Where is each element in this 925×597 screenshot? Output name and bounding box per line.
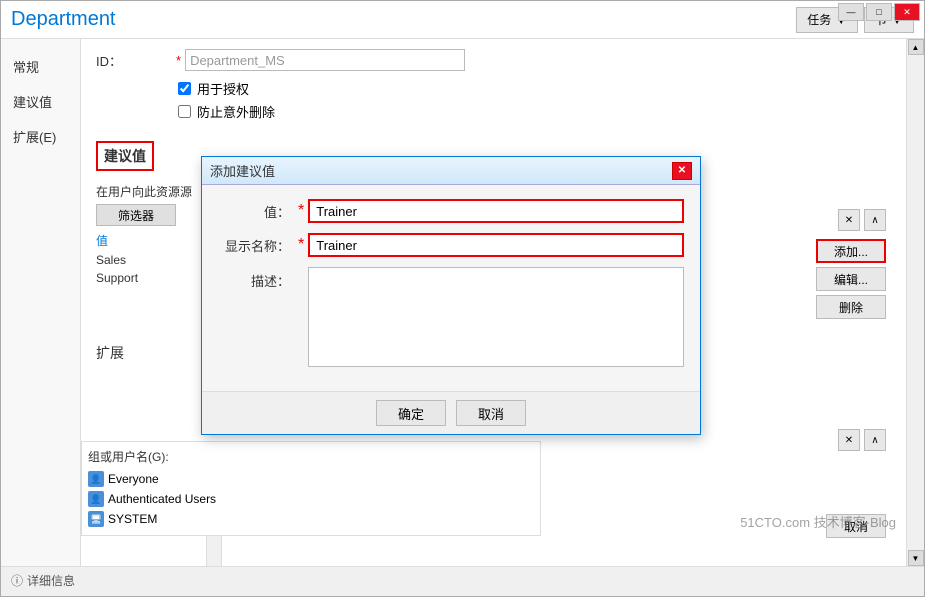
dialog-display-input[interactable] — [308, 233, 684, 257]
info-icon: ⓘ — [11, 572, 23, 589]
extension-up-ctrl[interactable]: ∧ — [864, 429, 886, 451]
authorized-checkbox[interactable] — [178, 82, 191, 95]
suggested-up-ctrl[interactable]: ∧ — [864, 209, 886, 231]
dialog-title-bar: 添加建议值 ✕ — [202, 157, 700, 185]
dialog-value-star: * — [298, 202, 304, 220]
bottom-bar: ⓘ 详细信息 — [1, 566, 924, 594]
dialog-cancel-button[interactable]: 取消 — [456, 400, 526, 426]
edit-button[interactable]: 编辑... — [816, 267, 886, 291]
suggested-close-ctrl[interactable]: ✕ — [838, 209, 860, 231]
main-scrollbar: ▲ ▼ — [906, 39, 924, 566]
extension-label: 扩展 — [96, 345, 124, 361]
scroll-down-button[interactable]: ▼ — [908, 550, 924, 566]
add-suggested-dialog: 添加建议值 ✕ 值： * 显示名称： * 描述： * — [201, 156, 701, 435]
left-nav: 常规 建议值 扩展(E) — [1, 39, 81, 566]
user-icon-system: 🖥 — [88, 511, 104, 527]
user-name-authenticated: Authenticated Users — [108, 492, 216, 506]
id-required-star: * — [176, 53, 181, 68]
extension-section-controls: ✕ ∧ — [838, 429, 886, 451]
prevent-delete-label: 防止意外删除 — [197, 102, 275, 121]
user-everyone: 👤 Everyone — [88, 469, 534, 489]
id-input[interactable] — [185, 49, 465, 71]
dialog-value-label: 值： — [218, 202, 298, 221]
user-name-everyone: Everyone — [108, 472, 159, 486]
dialog-display-star: * — [298, 236, 304, 254]
extension-close-ctrl[interactable]: ✕ — [838, 429, 860, 451]
window-close-button[interactable]: ✕ — [894, 3, 920, 21]
add-button[interactable]: 添加... — [816, 239, 886, 263]
user-icon-everyone: 👤 — [88, 471, 104, 487]
watermark: 51CTO.com 技术博客·Blog — [740, 512, 896, 531]
dialog-desc-label: 描述： — [218, 267, 298, 290]
maximize-button[interactable]: □ — [866, 3, 892, 21]
dialog-desc-row: 描述： * — [218, 267, 684, 367]
dialog-footer: 确定 取消 — [202, 391, 700, 434]
authorized-label: 用于授权 — [197, 79, 249, 98]
suggested-section-controls: ✕ ∧ — [838, 209, 886, 231]
user-name-system: SYSTEM — [108, 512, 157, 526]
dialog-ok-button[interactable]: 确定 — [376, 400, 446, 426]
filter-button[interactable]: 筛选器 — [96, 204, 176, 226]
window-controls: — □ ✕ — [838, 3, 920, 21]
page-title: Department — [11, 8, 116, 31]
suggested-action-buttons: 添加... 编辑... 删除 — [816, 239, 886, 319]
prevent-delete-checkbox[interactable] — [178, 105, 191, 118]
delete-button[interactable]: 删除 — [816, 295, 886, 319]
scroll-track-main — [908, 55, 924, 550]
dialog-body: 值： * 显示名称： * 描述： * — [202, 185, 700, 391]
scroll-up-button[interactable]: ▲ — [908, 39, 924, 55]
id-label: ID： — [96, 51, 176, 70]
id-row: ID： * — [96, 49, 891, 71]
sidebar-item-general[interactable]: 常规 — [1, 49, 80, 84]
checkbox2-row: 防止意外删除 — [178, 102, 891, 121]
info-label: 详细信息 — [27, 572, 75, 589]
users-label: 组或用户名(G): — [88, 448, 534, 465]
dialog-display-row: 显示名称： * — [218, 233, 684, 257]
dialog-value-row: 值： * — [218, 199, 684, 223]
dialog-display-label: 显示名称： — [218, 236, 298, 255]
bottom-info[interactable]: ⓘ 详细信息 — [11, 572, 75, 589]
top-bar: Department 任务 ▼ 节 ▼ — [1, 1, 924, 39]
main-window: — □ ✕ Department 任务 ▼ 节 ▼ 常规 建议值 扩展(E) — [0, 0, 925, 597]
checkbox1-row: 用于授权 — [178, 79, 891, 98]
sidebar-item-extend[interactable]: 扩展(E) — [1, 119, 80, 154]
minimize-button[interactable]: — — [838, 3, 864, 21]
dialog-title: 添加建议值 — [210, 161, 275, 180]
dialog-close-button[interactable]: ✕ — [672, 162, 692, 180]
user-system: 🖥 SYSTEM — [88, 509, 534, 529]
user-icon-authenticated: 👤 — [88, 491, 104, 507]
dialog-desc-textarea[interactable] — [308, 267, 684, 367]
dialog-value-input[interactable] — [308, 199, 684, 223]
suggested-section-header: 建议值 — [96, 141, 154, 171]
user-authenticated: 👤 Authenticated Users — [88, 489, 534, 509]
users-section: 组或用户名(G): 👤 Everyone 👤 Authenticated Use… — [81, 441, 541, 536]
sidebar-item-suggested[interactable]: 建议值 — [1, 84, 80, 119]
